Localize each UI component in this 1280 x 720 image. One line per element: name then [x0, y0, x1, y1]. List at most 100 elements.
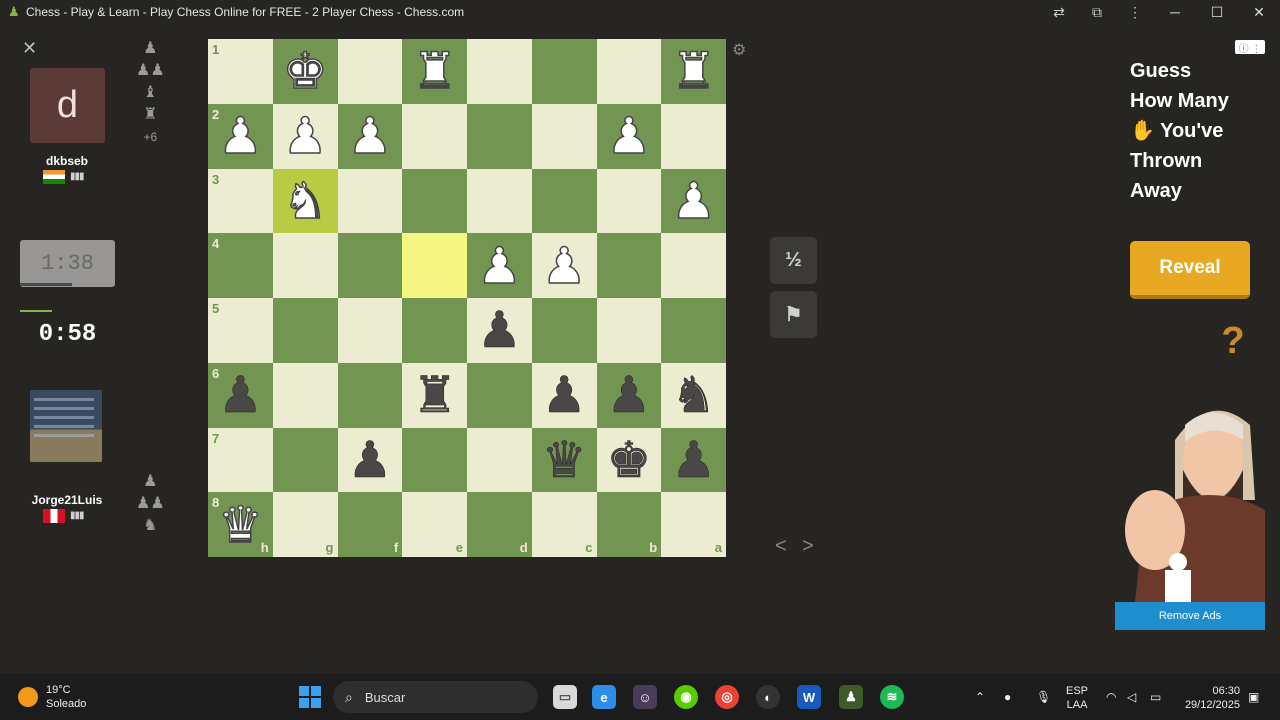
board-square[interactable] [337, 298, 403, 363]
bottom-player-avatar[interactable] [30, 390, 102, 462]
black-pawn-piece[interactable]: ♟ [606, 370, 651, 421]
chess-app-icon[interactable]: ♟ [839, 685, 863, 709]
white-pawn-piece[interactable]: ♟ [670, 175, 716, 227]
black-queen-piece[interactable]: ♛ [541, 435, 586, 486]
board-square[interactable]: ♟ [661, 168, 726, 234]
extensions-icon[interactable]: ⧉ [1078, 0, 1116, 24]
board-square[interactable]: ♟ [531, 233, 597, 298]
board-square[interactable]: f [337, 492, 403, 557]
board-square[interactable] [531, 298, 597, 363]
black-pawn-piece[interactable]: ♟ [347, 435, 392, 486]
board-square[interactable] [661, 103, 726, 169]
taskbar-search[interactable]: ⌕ Buscar [333, 681, 538, 713]
board-square[interactable] [337, 362, 403, 428]
word-icon[interactable]: W [797, 685, 821, 709]
white-queen-piece[interactable]: ♛ [217, 499, 263, 551]
board-square[interactable] [661, 298, 726, 363]
top-player-name[interactable]: dkbseb [17, 154, 117, 168]
board-square[interactable] [596, 168, 662, 234]
notifications-icon[interactable]: ▣ [1248, 674, 1259, 720]
board-square[interactable] [402, 168, 467, 234]
board-square[interactable] [402, 298, 467, 363]
black-pawn-piece[interactable]: ♟ [218, 370, 263, 421]
board-square[interactable]: 8 h ♛ [208, 492, 273, 557]
offer-draw-button[interactable]: ½ [770, 237, 817, 284]
board-square[interactable]: ♟ [596, 103, 662, 169]
board-square[interactable] [402, 103, 467, 169]
board-square[interactable] [467, 39, 532, 104]
start-button[interactable] [299, 686, 321, 708]
board-square[interactable] [272, 233, 338, 298]
board-square[interactable]: 1 [208, 39, 273, 104]
close-panel-icon[interactable]: ✕ [22, 38, 37, 59]
remove-ads-button[interactable]: Remove Ads [1115, 602, 1265, 630]
close-window-button[interactable]: ✕ [1238, 0, 1280, 24]
meet-now-icon[interactable]: ● [1004, 674, 1011, 720]
white-rook-piece[interactable]: ♜ [411, 46, 457, 98]
microphone-icon[interactable]: 🎙 [1036, 674, 1051, 720]
board-square[interactable] [531, 39, 597, 104]
board-square[interactable]: e [402, 492, 467, 557]
board-square[interactable] [467, 103, 532, 169]
board-square[interactable]: g [272, 492, 338, 557]
white-pawn-piece[interactable]: ♟ [217, 110, 263, 162]
board-square[interactable]: ♟ [272, 103, 338, 169]
black-rook-piece[interactable]: ♜ [412, 370, 457, 421]
board-square[interactable] [661, 233, 726, 298]
board-square[interactable] [467, 362, 532, 428]
white-pawn-piece[interactable]: ♟ [541, 240, 587, 292]
board-square[interactable]: a [661, 492, 726, 557]
white-pawn-piece[interactable]: ♟ [347, 110, 393, 162]
board-square[interactable]: ♚ [272, 39, 338, 104]
board-square[interactable] [596, 233, 662, 298]
task-view-icon[interactable]: ▭ [553, 685, 577, 709]
board-square[interactable] [596, 39, 662, 104]
board-square[interactable]: 2 ♟ [208, 103, 273, 169]
board-square[interactable]: ♟ [531, 362, 597, 428]
board-square[interactable] [272, 427, 338, 493]
board-square[interactable]: 5 [208, 298, 273, 363]
chrome-icon[interactable]: ◎ [715, 685, 739, 709]
board-square[interactable] [337, 168, 403, 234]
battery-icon[interactable]: ▭ [1150, 674, 1161, 720]
minimize-button[interactable]: ─ [1154, 0, 1196, 24]
board-square[interactable]: ♛ [531, 427, 597, 493]
next-move-icon[interactable]: > [802, 535, 814, 558]
board-square[interactable]: ♜ [402, 362, 467, 428]
chess-board[interactable]: 1 ♚ ♜ ♜ 2 ♟ ♟ ♟ ♟ 3 ♞ ♟ 4 ♟ ♟ 5 ♟ 6 ♟ ♜ ♟ ♟ ♞ 7 ♟ ♛ ♚ ♟ 8 h ♛ g f e d c b a [208, 39, 726, 557]
board-square[interactable]: ♞ [661, 362, 726, 428]
board-square[interactable] [402, 427, 467, 493]
more-options-icon[interactable]: ⋮ [1116, 0, 1154, 24]
black-pawn-piece[interactable]: ♟ [477, 305, 522, 356]
board-square[interactable]: ♟ [337, 427, 403, 493]
top-player-avatar[interactable]: d [30, 68, 105, 143]
board-square[interactable] [402, 233, 467, 298]
board-square[interactable]: 7 [208, 427, 273, 493]
board-square[interactable]: b [596, 492, 662, 557]
board-square[interactable] [531, 103, 597, 169]
clock-date[interactable]: 06:30 29/12/2025 [1178, 684, 1240, 712]
board-square[interactable] [467, 427, 532, 493]
bottom-player-name[interactable]: Jorge21Luis [17, 493, 117, 507]
board-square[interactable]: d [467, 492, 532, 557]
board-square[interactable]: 4 [208, 233, 273, 298]
board-square[interactable]: ♜ [402, 39, 467, 104]
user-app-icon[interactable]: ☺ [633, 685, 657, 709]
board-square[interactable] [531, 168, 597, 234]
board-square[interactable] [272, 298, 338, 363]
board-square[interactable] [467, 168, 532, 234]
show-hidden-icons[interactable]: ⌃ [975, 674, 985, 720]
board-square[interactable]: ♞ [272, 168, 338, 234]
board-square[interactable] [596, 298, 662, 363]
white-rook-piece[interactable]: ♜ [670, 46, 716, 98]
language-indicator[interactable]: ESP LAA [1066, 684, 1088, 712]
black-king-piece[interactable]: ♚ [606, 435, 651, 486]
ad-info-icon[interactable]: ⓘ ⋮ [1235, 40, 1265, 55]
resign-flag-button[interactable]: ⚑ [770, 291, 817, 338]
white-pawn-piece[interactable]: ♟ [606, 110, 652, 162]
board-square[interactable]: ♟ [596, 362, 662, 428]
board-square[interactable]: 6 ♟ [208, 362, 273, 428]
white-king-piece[interactable]: ♚ [282, 46, 328, 98]
obs-icon[interactable]: ◐ [756, 685, 780, 709]
reveal-button[interactable]: Reveal [1130, 241, 1250, 299]
